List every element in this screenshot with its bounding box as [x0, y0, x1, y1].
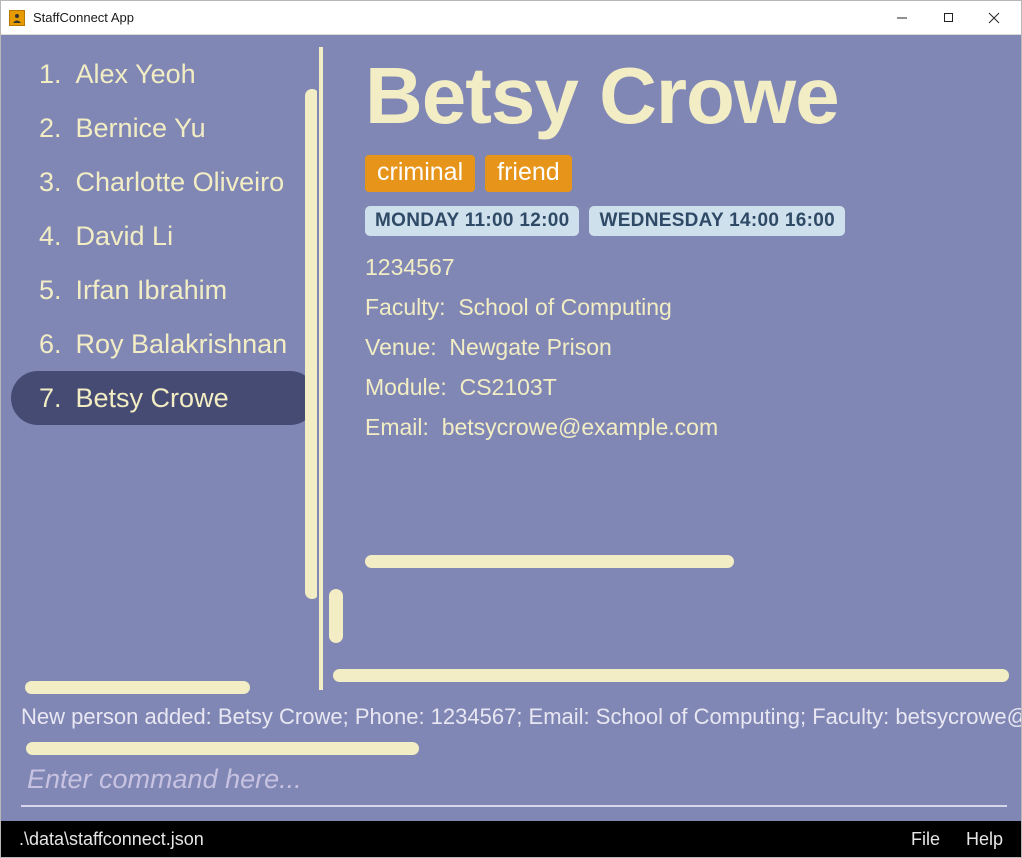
person-list-name: Betsy Crowe: [76, 383, 229, 414]
status-horizontal-scrollbar: [21, 738, 1007, 754]
person-list-index: 6.: [39, 329, 62, 360]
close-button[interactable]: [971, 2, 1017, 34]
person-list-name: Alex Yeoh: [76, 59, 196, 90]
timeslot: MONDAY 11:00 12:00: [365, 206, 579, 236]
app-icon: [9, 10, 25, 26]
sidebar-vertical-scrollbar-thumb[interactable]: [305, 89, 317, 599]
detail-module: Module: CS2103T: [365, 374, 1011, 401]
titlebar-left: StaffConnect App: [9, 10, 134, 26]
detail-tags: criminal friend: [365, 155, 1011, 192]
detail-name: Betsy Crowe: [365, 53, 1011, 139]
timeslot: WEDNESDAY 14:00 16:00: [589, 206, 844, 236]
person-list-index: 4.: [39, 221, 62, 252]
content-row: 1. Alex Yeoh 2. Bernice Yu 3. Charlotte Olive…: [1, 35, 1021, 700]
tag: criminal: [365, 155, 475, 192]
detail-panel: Betsy Crowe criminal friend MONDAY 11:00…: [323, 47, 1011, 700]
detail-phone: 1234567: [365, 254, 1011, 281]
person-list-item[interactable]: 3. Charlotte Oliveiro: [11, 155, 317, 209]
app-title: StaffConnect App: [33, 10, 134, 25]
person-list-item[interactable]: 5. Irfan Ibrahim: [11, 263, 317, 317]
command-area: [1, 730, 1021, 821]
detail-email-value: betsycrowe@example.com: [442, 414, 718, 440]
menu-file[interactable]: File: [911, 829, 940, 850]
detail-inner-horizontal-scrollbar-thumb[interactable]: [365, 555, 734, 568]
menu-help[interactable]: Help: [966, 829, 1003, 850]
detail-faculty-value: School of Computing: [458, 294, 672, 320]
command-underline: [21, 805, 1007, 807]
person-list-index: 2.: [39, 113, 62, 144]
result-message: New person added: Betsy Crowe; Phone: 12…: [1, 700, 1021, 730]
person-list-item[interactable]: 1. Alex Yeoh: [11, 47, 317, 101]
app-body: 1. Alex Yeoh 2. Bernice Yu 3. Charlotte Olive…: [1, 35, 1021, 821]
person-list-name: Irfan Ibrahim: [76, 275, 228, 306]
person-list-name: David Li: [76, 221, 174, 252]
person-list: 1. Alex Yeoh 2. Bernice Yu 3. Charlotte Olive…: [11, 47, 317, 425]
person-list-index: 3.: [39, 167, 62, 198]
detail-faculty: Faculty: School of Computing: [365, 294, 1011, 321]
detail-faculty-label: Faculty:: [365, 294, 446, 320]
minimize-button[interactable]: [879, 2, 925, 34]
detail-venue-label: Venue:: [365, 334, 437, 360]
person-list-panel: 1. Alex Yeoh 2. Bernice Yu 3. Charlotte Olive…: [11, 47, 317, 700]
detail-module-label: Module:: [365, 374, 447, 400]
person-list-index: 7.: [39, 383, 62, 414]
person-list-item[interactable]: 7. Betsy Crowe: [11, 371, 317, 425]
detail-vertical-scrollbar-thumb[interactable]: [329, 589, 343, 643]
app-window: StaffConnect App 1. Alex Yeoh 2. Bernice Yu…: [0, 0, 1022, 858]
person-list-index: 5.: [39, 275, 62, 306]
titlebar: StaffConnect App: [1, 1, 1021, 35]
person-list-name: Bernice Yu: [76, 113, 206, 144]
person-list-name: Charlotte Oliveiro: [76, 167, 285, 198]
menu-bar: File Help: [911, 829, 1003, 850]
person-list-name: Roy Balakrishnan: [76, 329, 288, 360]
tag: friend: [485, 155, 572, 192]
person-list-item[interactable]: 4. David Li: [11, 209, 317, 263]
detail-module-value: CS2103T: [460, 374, 557, 400]
person-list-item[interactable]: 2. Bernice Yu: [11, 101, 317, 155]
status-horizontal-scrollbar-thumb[interactable]: [26, 742, 419, 755]
sidebar-horizontal-scrollbar-thumb[interactable]: [25, 681, 250, 694]
window-controls: [879, 2, 1017, 34]
bottom-menu-bar: .\data\staffconnect.json File Help: [1, 821, 1021, 857]
detail-venue-value: Newgate Prison: [449, 334, 611, 360]
detail-venue: Venue: Newgate Prison: [365, 334, 1011, 361]
person-list-item[interactable]: 6. Roy Balakrishnan: [11, 317, 317, 371]
detail-timeslots: MONDAY 11:00 12:00 WEDNESDAY 14:00 16:00: [365, 206, 1011, 236]
command-input[interactable]: [21, 760, 1007, 799]
maximize-button[interactable]: [925, 2, 971, 34]
save-path: .\data\staffconnect.json: [19, 829, 204, 850]
person-list-index: 1.: [39, 59, 62, 90]
detail-outer-horizontal-scrollbar-thumb[interactable]: [333, 669, 1009, 682]
detail-email-label: Email:: [365, 414, 429, 440]
detail-email: Email: betsycrowe@example.com: [365, 414, 1011, 441]
